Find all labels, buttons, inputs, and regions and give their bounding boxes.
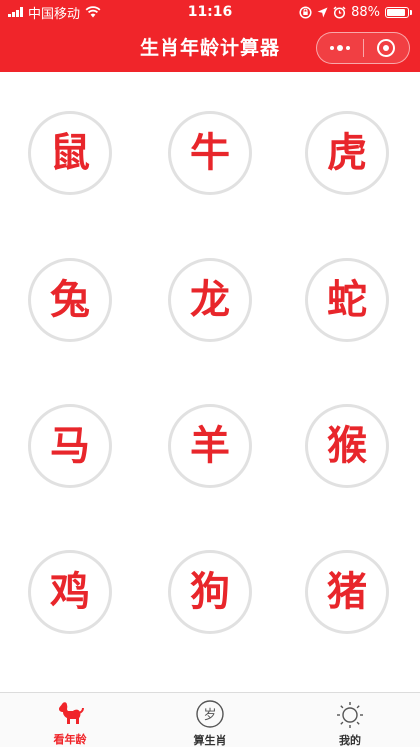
zodiac-rabbit[interactable]: 兔 xyxy=(28,258,112,342)
zodiac-char: 羊 xyxy=(190,422,230,469)
zodiac-char: 猴 xyxy=(327,422,367,469)
zodiac-goat[interactable]: 羊 xyxy=(168,404,252,488)
zodiac-char: 兔 xyxy=(50,276,90,323)
sun-icon xyxy=(335,699,365,729)
battery-percent: 88% xyxy=(351,4,380,20)
orientation-lock-icon xyxy=(299,5,312,19)
zodiac-rat[interactable]: 鼠 xyxy=(28,111,112,195)
zodiac-char: 虎 xyxy=(327,129,367,176)
zodiac-char: 鼠 xyxy=(50,129,90,176)
zodiac-dragon[interactable]: 龙 xyxy=(168,258,252,342)
zodiac-ox[interactable]: 牛 xyxy=(168,111,252,195)
signal-icon xyxy=(8,7,23,17)
close-button[interactable] xyxy=(364,33,410,63)
dog-icon xyxy=(55,699,85,728)
tab-label: 看年龄 xyxy=(53,733,87,746)
zodiac-char: 狗 xyxy=(190,568,230,615)
badge-char: 岁 xyxy=(203,708,216,723)
zodiac-grid: 鼠 牛 虎 兔 龙 蛇 马 羊 猴 鸡 狗 猪 xyxy=(0,72,420,692)
close-target-icon xyxy=(377,39,396,57)
tab-calc-zodiac[interactable]: 岁 算生肖 xyxy=(140,693,280,747)
sui-badge-icon: 岁 xyxy=(195,699,225,729)
tab-bar: 看年龄 岁 算生肖 我的 xyxy=(0,692,420,747)
zodiac-snake[interactable]: 蛇 xyxy=(305,258,389,342)
zodiac-char: 鸡 xyxy=(50,568,90,615)
alarm-icon xyxy=(333,5,346,19)
more-button[interactable] xyxy=(317,33,363,63)
zodiac-char: 猪 xyxy=(327,568,367,615)
nav-bar: 生肖年龄计算器 xyxy=(0,24,420,72)
zodiac-char: 牛 xyxy=(190,129,230,176)
tab-mine[interactable]: 我的 xyxy=(280,693,420,747)
location-arrow-icon xyxy=(317,7,328,17)
zodiac-pig[interactable]: 猪 xyxy=(305,550,389,634)
tab-label: 算生肖 xyxy=(193,734,227,747)
mini-program-capsule xyxy=(316,32,410,64)
wifi-icon xyxy=(85,6,101,18)
zodiac-char: 马 xyxy=(50,422,90,469)
tab-view-age[interactable]: 看年龄 xyxy=(0,693,140,747)
status-right: 88% xyxy=(299,5,412,20)
zodiac-monkey[interactable]: 猴 xyxy=(305,404,389,488)
battery-icon xyxy=(385,6,412,18)
tab-label: 我的 xyxy=(339,734,361,747)
carrier-label: 中国移动 xyxy=(28,6,81,22)
status-bar: 中国移动 11:16 88% xyxy=(0,0,420,24)
zodiac-char: 龙 xyxy=(190,276,230,323)
zodiac-char: 蛇 xyxy=(327,276,367,323)
zodiac-horse[interactable]: 马 xyxy=(28,404,112,488)
status-left: 中国移动 xyxy=(8,3,101,22)
zodiac-tiger[interactable]: 虎 xyxy=(305,111,389,195)
more-dots-icon xyxy=(329,45,350,51)
zodiac-dog[interactable]: 狗 xyxy=(168,550,252,634)
zodiac-rooster[interactable]: 鸡 xyxy=(28,550,112,634)
